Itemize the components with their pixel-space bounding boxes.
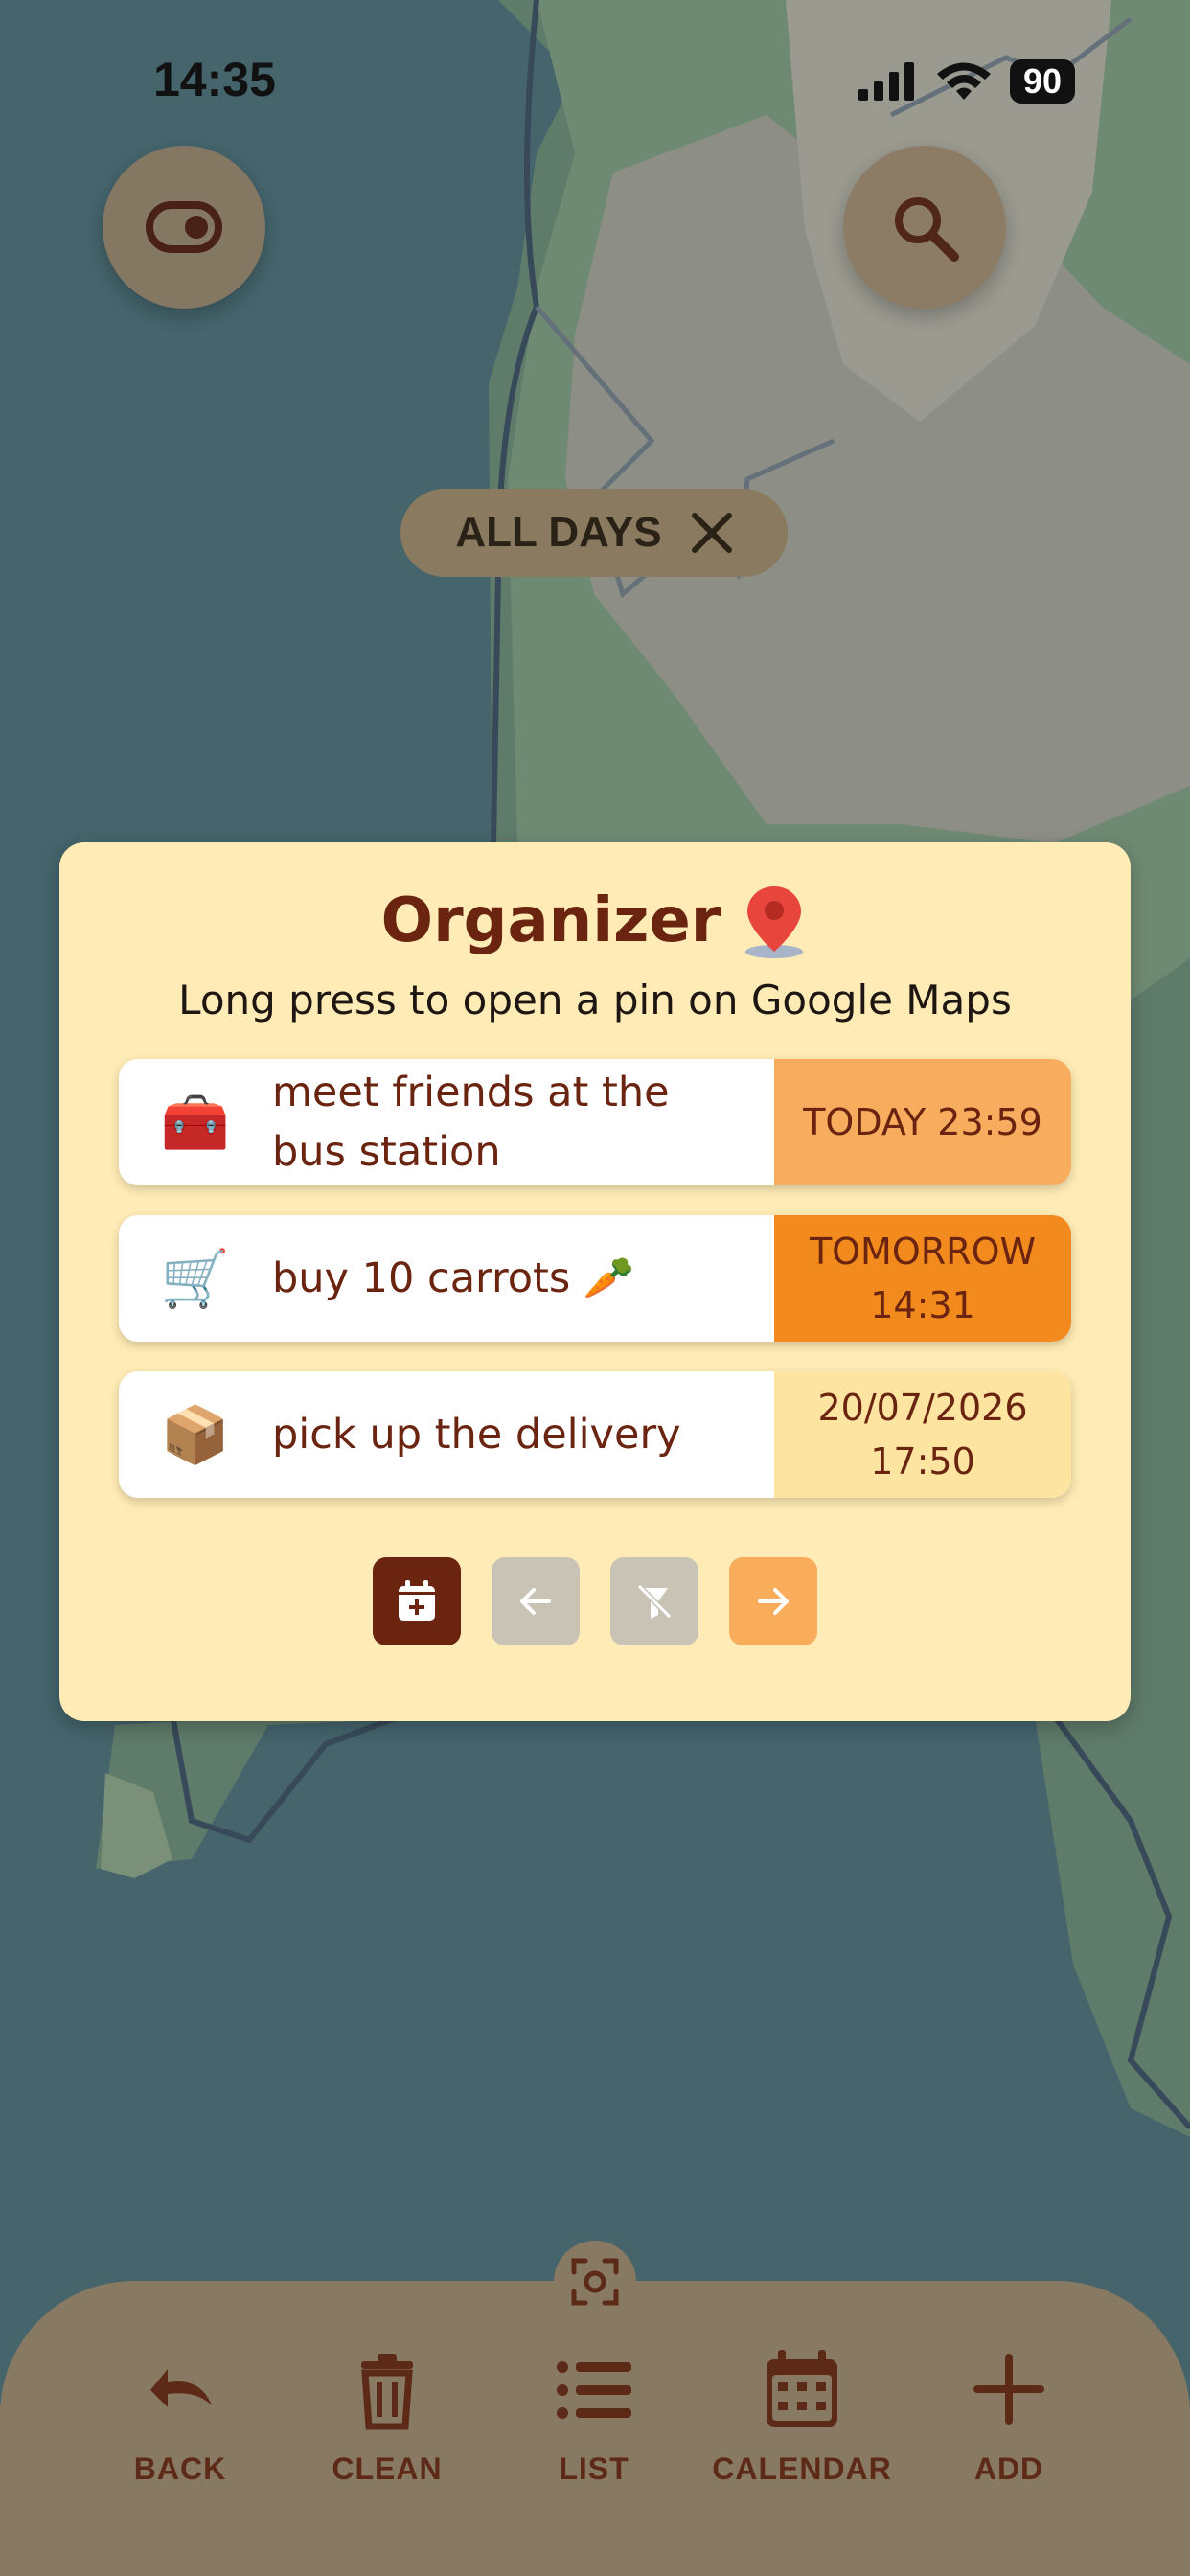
calendar-icon [767,2350,837,2426]
toggle-icon [146,201,222,253]
pager-controls [59,1557,1131,1645]
task-row[interactable]: 🧰 meet friends at the bus station TODAY … [119,1059,1071,1185]
filter-off-icon [636,1583,673,1620]
nav-back[interactable]: BACK [84,2348,276,2487]
task-row[interactable]: 📦 pick up the delivery 20/07/2026 17:50 [119,1371,1071,1498]
task-text: buy 10 carrots 🥕 [272,1254,635,1302]
add-to-calendar-button[interactable] [373,1557,461,1645]
trash-icon [361,2354,413,2430]
scan-icon [571,2258,619,2306]
nav-back-label: BACK [133,2451,227,2486]
organizer-title: Organizer [380,886,721,956]
battery-indicator: 90 [1009,59,1075,104]
search-icon [895,197,959,262]
task-date: 20/07/2026 17:50 [774,1371,1071,1498]
wifi-icon [936,62,991,100]
task-row[interactable]: 🛒 buy 10 carrots 🥕 TOMORROW 14:31 [119,1215,1071,1342]
task-text: pick up the delivery [272,1411,681,1459]
plus-icon [973,2354,1044,2425]
status-time: 14:35 [153,53,276,106]
organizer-card: Organizer Long press to open a pin on Go… [59,842,1131,1721]
organizer-title-row: Organizer [59,883,1131,959]
nav-calendar[interactable]: CALENDAR [706,2348,898,2487]
nav-add-label: ADD [973,2451,1044,2486]
task-text: meet friends at the bus station [272,1069,670,1176]
package-icon: 📦 [160,1401,231,1467]
undo-icon [150,2369,212,2407]
status-icons: 90 [858,59,1075,104]
next-page-button[interactable] [729,1557,817,1645]
map-pin-icon [745,886,804,958]
arrow-left-icon [520,1588,551,1615]
nav-add[interactable]: ADD [913,2348,1105,2487]
arrow-right-icon [758,1588,789,1615]
nav-list-label: LIST [559,2451,629,2486]
nav-clean[interactable]: CLEAN [291,2348,483,2487]
list-icon [557,2361,631,2419]
filter-chip-label: ALL DAYS [455,509,662,556]
task-date: TODAY 23:59 [774,1059,1071,1185]
nav-list[interactable]: LIST [498,2348,690,2487]
nav-clean-label: CLEAN [332,2451,443,2486]
close-icon[interactable] [691,512,733,554]
scan-button[interactable] [554,2241,636,2323]
previous-page-button[interactable] [492,1557,580,1645]
search-button[interactable] [843,146,1006,309]
treasure-chest-icon: 🧰 [160,1089,231,1155]
shopping-cart-icon: 🛒 [160,1245,231,1311]
clear-filter-button[interactable] [610,1557,698,1645]
toggle-button[interactable] [103,146,265,309]
task-date: TOMORROW 14:31 [774,1215,1071,1342]
cellular-signal-icon [858,62,914,101]
nav-calendar-label: CALENDAR [712,2451,892,2486]
calendar-add-icon [399,1580,435,1621]
filter-chip-all-days[interactable]: ALL DAYS [400,489,788,577]
organizer-subtitle: Long press to open a pin on Google Maps [178,977,1012,1024]
